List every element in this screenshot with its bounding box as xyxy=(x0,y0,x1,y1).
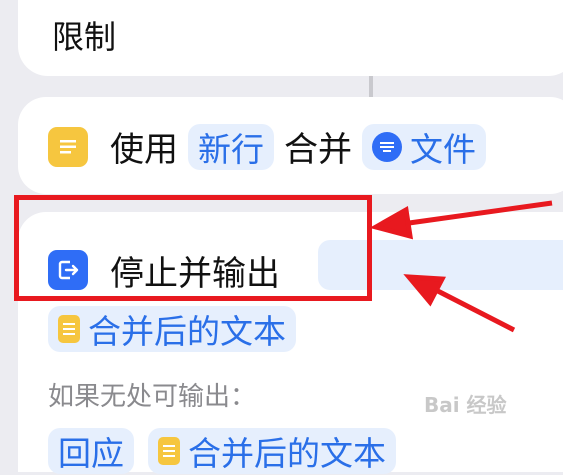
arrow-lower xyxy=(403,274,516,333)
annotation-arrows xyxy=(369,200,553,333)
arrow-upper xyxy=(369,200,553,240)
watermark-logo: Bai 经验 xyxy=(424,393,507,417)
